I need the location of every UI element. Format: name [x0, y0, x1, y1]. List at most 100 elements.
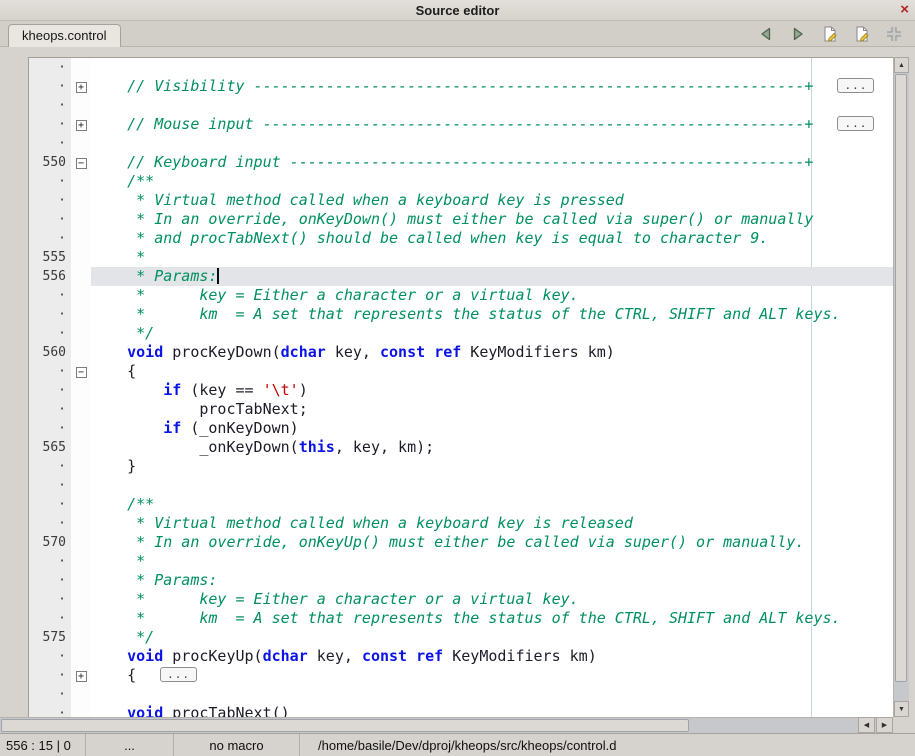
folded-code-ellipsis[interactable]: ... [160, 667, 197, 682]
code-line[interactable]: /** [91, 495, 893, 514]
code-segment-txt: key, [326, 343, 380, 361]
doc-edit-button-2[interactable] [850, 23, 873, 45]
fold-expand-icon[interactable]: + [76, 671, 87, 682]
code-line[interactable]: if (_onKeyDown) [91, 419, 893, 438]
gutter-dot: · [29, 115, 71, 134]
folded-code-ellipsis[interactable]: ... [837, 78, 874, 93]
gutter-dot: · [29, 495, 71, 514]
code-line[interactable]: { [91, 362, 893, 381]
scroll-left-icon: ◀ [864, 721, 869, 729]
code-segment-cmt: * Virtual method called when a keyboard … [91, 514, 633, 532]
code-line[interactable]: * [91, 552, 893, 571]
nav-forward-button[interactable] [786, 23, 809, 45]
code-line[interactable] [91, 134, 893, 153]
code-segment-kw: dchar [281, 343, 326, 361]
code-segment-txt [91, 419, 163, 437]
caret-position-text: 556 : 15 | 0 [6, 738, 71, 753]
fold-margin-row [71, 438, 91, 457]
scroll-down-button[interactable]: ▼ [894, 701, 909, 717]
code-area[interactable]: // Visibility --------------------------… [91, 58, 893, 717]
scroll-right-button[interactable]: ▶ [876, 717, 893, 733]
code-segment-txt [425, 343, 434, 361]
code-segment-txt: { [91, 362, 136, 380]
horizontal-scrollbar-thumb[interactable] [1, 719, 689, 732]
code-line[interactable]: * key = Either a character or a virtual … [91, 286, 893, 305]
fold-margin-row [71, 58, 91, 77]
code-segment-txt [407, 647, 416, 665]
gutter-dot: · [29, 362, 71, 381]
editor-toolbar [754, 23, 905, 45]
code-line[interactable]: // Mouse input -------------------------… [91, 115, 893, 134]
fold-collapse-icon[interactable]: − [76, 158, 87, 169]
code-line[interactable]: /** [91, 172, 893, 191]
code-segment-txt [91, 647, 127, 665]
code-line[interactable]: // Keyboard input ----------------------… [91, 153, 893, 172]
fold-margin-row [71, 343, 91, 362]
doc-edit-button-1[interactable] [818, 23, 841, 45]
scroll-left-button[interactable]: ◀ [858, 717, 875, 733]
fold-expand-icon[interactable]: + [76, 82, 87, 93]
code-line[interactable]: if (key == '\t') [91, 381, 893, 400]
scroll-up-button[interactable]: ▲ [894, 57, 909, 73]
code-line[interactable] [91, 58, 893, 77]
fold-collapse-icon[interactable]: − [76, 367, 87, 378]
scroll-right-icon: ▶ [882, 721, 887, 729]
status-panel-2: ... [86, 734, 174, 756]
code-line[interactable]: // Visibility --------------------------… [91, 77, 893, 96]
fold-expand-icon[interactable]: + [76, 120, 87, 131]
code-segment-kw: const [362, 647, 407, 665]
horizontal-scrollbar[interactable]: ◀ ▶ [0, 717, 893, 733]
fold-margin-row: − [71, 153, 91, 172]
close-icon[interactable]: × [900, 1, 909, 18]
gutter-dot: · [29, 457, 71, 476]
code-line[interactable]: * km = A set that represents the status … [91, 609, 893, 628]
document-edit-icon-2 [853, 25, 871, 43]
code-line[interactable] [91, 96, 893, 115]
code-line[interactable]: * In an override, onKeyDown() must eithe… [91, 210, 893, 229]
code-segment-kw: const [380, 343, 425, 361]
code-line[interactable]: } [91, 457, 893, 476]
gutter-line-number: 560 [29, 343, 71, 362]
editor-left-margin [0, 57, 28, 717]
code-line[interactable]: _onKeyDown(this, key, km); [91, 438, 893, 457]
fold-margin-row [71, 229, 91, 248]
code-line[interactable]: */ [91, 628, 893, 647]
code-line[interactable] [91, 685, 893, 704]
code-line[interactable]: * [91, 248, 893, 267]
code-line[interactable]: void procKeyUp(dchar key, const ref KeyM… [91, 647, 893, 666]
gutter-dot: · [29, 685, 71, 704]
code-line[interactable]: * key = Either a character or a virtual … [91, 590, 893, 609]
code-editor[interactable]: ·····550····555556···560····565····570··… [28, 57, 893, 717]
code-line[interactable]: * and procTabNext() should be called whe… [91, 229, 893, 248]
fold-margin-row [71, 571, 91, 590]
code-line[interactable]: {... [91, 666, 893, 685]
code-line-current[interactable]: * Params: [91, 267, 893, 286]
fold-margin-row [71, 324, 91, 343]
code-line[interactable]: * Params: [91, 571, 893, 590]
code-line[interactable]: * Virtual method called when a keyboard … [91, 191, 893, 210]
fold-margin-row [71, 305, 91, 324]
vertical-scrollbar[interactable]: ▲ ▼ [893, 57, 909, 717]
code-segment-txt: procTabNext; [91, 400, 308, 418]
code-line[interactable]: void procKeyDown(dchar key, const ref Ke… [91, 343, 893, 362]
fold-margin-row [71, 400, 91, 419]
vertical-scrollbar-thumb[interactable] [895, 74, 907, 682]
code-line[interactable] [91, 476, 893, 495]
code-line[interactable]: * Virtual method called when a keyboard … [91, 514, 893, 533]
gutter-dot: · [29, 286, 71, 305]
gutter-dot: · [29, 229, 71, 248]
code-line[interactable]: procTabNext; [91, 400, 893, 419]
code-line[interactable]: void procTabNext() [91, 704, 893, 717]
nav-back-button[interactable] [754, 23, 777, 45]
code-line[interactable]: * In an override, onKeyUp() must either … [91, 533, 893, 552]
code-line[interactable]: * km = A set that represents the status … [91, 305, 893, 324]
split-editor-button[interactable] [882, 23, 905, 45]
folded-code-ellipsis[interactable]: ... [837, 116, 874, 131]
fold-margin[interactable]: + + − − + [71, 58, 91, 717]
tab-kheops-control[interactable]: kheops.control [8, 24, 121, 47]
gutter-dot: · [29, 609, 71, 628]
window-titlebar[interactable]: Source editor × [0, 0, 915, 21]
code-segment-kw: if [163, 419, 181, 437]
code-line[interactable]: */ [91, 324, 893, 343]
gutter-dot: · [29, 305, 71, 324]
